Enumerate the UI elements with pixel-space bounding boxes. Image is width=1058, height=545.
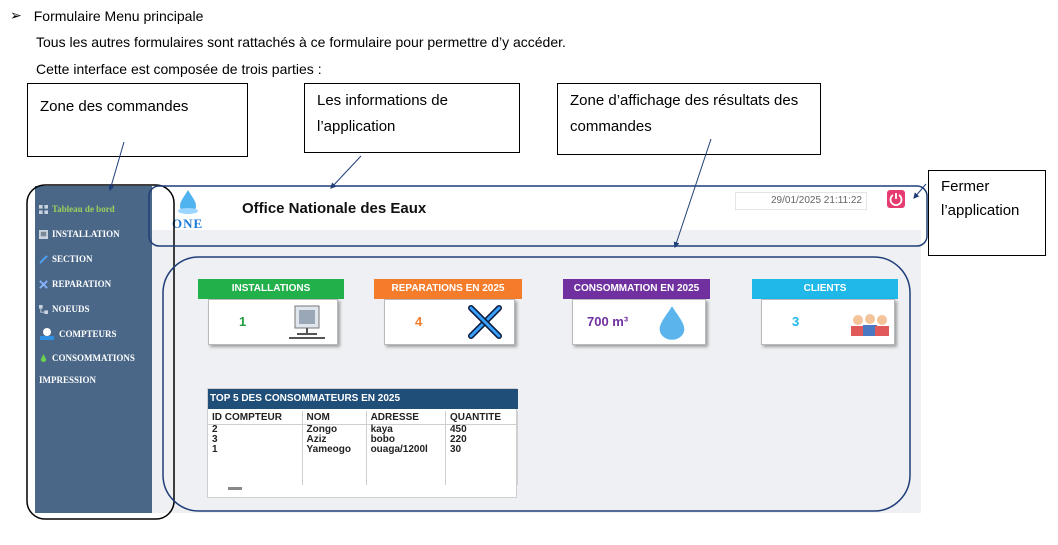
- callout-results: Zone d’affichage des résultats des comma…: [557, 83, 821, 155]
- water-logo-icon: [178, 190, 198, 214]
- section-icon: [39, 254, 48, 264]
- bullet-arrow-icon: ➢: [10, 7, 22, 23]
- clients-icon: [851, 314, 889, 336]
- card-consommation-title: CONSOMMATION EN 2025: [563, 279, 710, 299]
- card-consommation-value: 700 m³: [587, 314, 629, 329]
- sidebar-item-label: Tableau de bord: [52, 204, 115, 214]
- sidebar-item-section[interactable]: SECTION: [39, 254, 93, 264]
- card-clients-title: CLIENTS: [752, 279, 898, 299]
- top5-title: TOP 5 DES CONSOMMATEURS EN 2025: [208, 389, 518, 409]
- sidebar-item-reparation[interactable]: REPARATION: [39, 279, 111, 289]
- arrow-app-info: [330, 155, 362, 189]
- table-row[interactable]: 2 Zongo kaya 450: [208, 424, 519, 435]
- doc-line-1: Tous les autres formulaires sont rattach…: [36, 34, 566, 50]
- card-clients-value: 3: [792, 314, 800, 329]
- sidebar-item-installation[interactable]: INSTALLATION: [39, 229, 120, 239]
- table-cell: 30: [445, 444, 519, 455]
- tools-icon: [39, 279, 48, 289]
- sidebar: Tableau de bord INSTALLATION SECTION REP…: [35, 186, 152, 513]
- app-window: Tableau de bord INSTALLATION SECTION REP…: [35, 186, 921, 513]
- datetime-display: 29/01/2025 21:11:22: [735, 192, 867, 210]
- table-row-empty: [208, 454, 519, 485]
- power-icon: [889, 193, 903, 206]
- table-row[interactable]: 1 Yameogo ouaga/1200l 30: [208, 444, 519, 455]
- sidebar-item-label: CONSOMMATIONS: [52, 353, 135, 363]
- table-cell: 2: [208, 424, 303, 435]
- sidebar-item-label: SECTION: [52, 254, 93, 264]
- installation-icon: [39, 229, 48, 239]
- sidebar-item-label: INSTALLATION: [52, 229, 120, 239]
- logo-text: ONE: [172, 216, 204, 231]
- card-installations-title: INSTALLATIONS: [198, 279, 344, 299]
- app-title: Office Nationale des Eaux: [242, 200, 427, 217]
- column-header[interactable]: NOM: [302, 411, 367, 425]
- app-header: ONE Office Nationale des Eaux 29/01/2025…: [152, 186, 921, 231]
- card-installations[interactable]: 1: [208, 299, 338, 345]
- table-cell: bobo: [366, 434, 446, 445]
- card-reparations-title: REPARATIONS EN 2025: [374, 279, 522, 299]
- installation-icon: [289, 305, 325, 339]
- table-row[interactable]: 3 Aziz bobo 220: [208, 434, 519, 445]
- doc-heading-text: Formulaire Menu principale: [33, 7, 204, 24]
- horizontal-scrollbar[interactable]: [228, 487, 242, 490]
- sidebar-item-label: IMPRESSION: [39, 375, 97, 385]
- water-drop-icon: [659, 306, 685, 340]
- table-cell: 220: [445, 434, 519, 445]
- table-cell: 450: [445, 424, 519, 435]
- table-cell: ouaga/1200l: [366, 444, 446, 455]
- sidebar-item-impression[interactable]: IMPRESSION: [39, 375, 96, 385]
- sidebar-item-label: NOEUDS: [52, 304, 90, 314]
- sidebar-item-tableau-de-bord[interactable]: Tableau de bord: [39, 204, 115, 214]
- column-header[interactable]: ID COMPTEUR: [208, 411, 303, 425]
- table-cell: Yameogo: [302, 444, 367, 455]
- sidebar-item-compteurs[interactable]: COMPTEURS: [39, 327, 117, 341]
- consumption-icon: [40, 353, 47, 362]
- doc-heading: ➢ Formulaire Menu principale: [10, 7, 203, 24]
- doc-line-2: Cette interface est composée de trois pa…: [36, 61, 322, 77]
- callout-app-info: Les informations de l’application: [304, 83, 520, 153]
- column-header[interactable]: QUANTITE: [445, 411, 519, 425]
- power-button[interactable]: [887, 190, 905, 208]
- grid-icon: [39, 204, 48, 214]
- sidebar-item-noeuds[interactable]: NOEUDS: [39, 304, 90, 314]
- sidebar-item-consommations[interactable]: CONSOMMATIONS: [39, 353, 135, 363]
- table-cell: 3: [208, 434, 303, 445]
- sidebar-item-label: REPARATION: [52, 279, 112, 289]
- nodes-icon: [39, 304, 48, 314]
- card-installations-value: 1: [239, 314, 247, 329]
- top5-table: ID COMPTEUR NOM ADRESSE QUANTITE 2 Zongo…: [208, 411, 519, 485]
- sidebar-item-label: COMPTEURS: [59, 329, 117, 339]
- table-cell: Zongo: [302, 424, 367, 435]
- top5-panel: TOP 5 DES CONSOMMATEURS EN 2025 ID COMPT…: [207, 388, 519, 498]
- column-header[interactable]: ADRESSE: [366, 411, 446, 425]
- card-reparations[interactable]: 4: [384, 299, 515, 345]
- meter-icon: [40, 328, 54, 340]
- callout-close: Fermer l’application: [928, 170, 1046, 256]
- tools-icon: [468, 305, 502, 339]
- card-reparations-value: 4: [415, 314, 423, 329]
- callout-commands: Zone des commandes: [27, 83, 248, 157]
- card-clients[interactable]: 3: [761, 299, 895, 345]
- table-cell: kaya: [366, 424, 446, 435]
- card-consommation[interactable]: 700 m³: [572, 299, 706, 345]
- table-cell: 1: [208, 444, 303, 455]
- table-header-row: ID COMPTEUR NOM ADRESSE QUANTITE: [208, 411, 519, 425]
- table-cell: Aziz: [302, 434, 367, 445]
